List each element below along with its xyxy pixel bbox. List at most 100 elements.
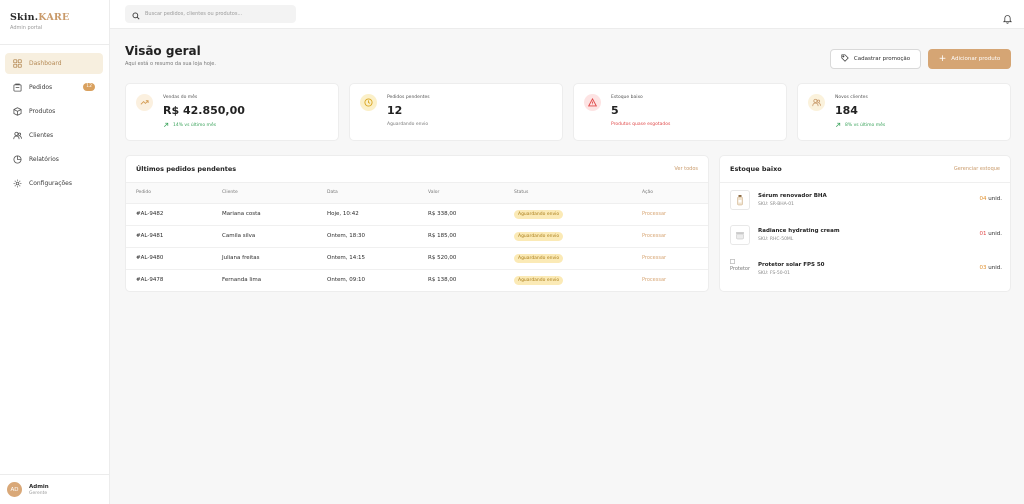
column-header-status[interactable]: Status xyxy=(514,183,642,204)
low-stock-header: Estoque baixo Gerenciar estoque xyxy=(720,156,1010,183)
avatar: AD xyxy=(7,482,22,497)
order-client: Juliana freitas xyxy=(222,247,327,270)
users-icon xyxy=(808,94,825,111)
box-icon xyxy=(13,107,22,116)
order-action-cell: Processar xyxy=(642,225,708,248)
table-header-row: Pedido Cliente Data Valor Status Ação xyxy=(126,183,708,204)
column-header-order[interactable]: Pedido xyxy=(126,183,222,204)
process-button[interactable]: Processar xyxy=(642,277,666,283)
sidebar-item-label: Dashboard xyxy=(29,60,62,67)
search-icon xyxy=(132,5,140,24)
stat-note-text: 8% vs último mês xyxy=(845,122,886,128)
sidebar-item-relatorios[interactable]: Relatórios xyxy=(5,149,103,170)
order-status-cell: Aguardando envio xyxy=(514,247,642,270)
sidebar-item-label: Produtos xyxy=(29,108,56,115)
cream-jar-icon xyxy=(736,232,744,240)
user-name: Admin xyxy=(29,483,49,490)
process-button[interactable]: Processar xyxy=(642,233,666,239)
clock-icon xyxy=(360,94,377,111)
list-item[interactable]: Protetor Protetor solar FPS 50 SKU: FS-5… xyxy=(730,257,1002,281)
stat-value: 12 xyxy=(387,104,403,117)
process-button[interactable]: Processar xyxy=(642,255,666,261)
add-product-button[interactable]: + Adicionar produto xyxy=(928,49,1011,69)
stock-quantity-unit: unid. xyxy=(988,231,1002,237)
sidebar-item-clientes[interactable]: Clientes xyxy=(5,125,103,146)
order-value: R$ 520,00 xyxy=(428,247,514,270)
brand-subtitle: Admin portal xyxy=(10,25,43,31)
plus-icon: + xyxy=(938,53,947,64)
table-row[interactable]: #AL-9482 Mariana costa Hoje, 10:42 R$ 33… xyxy=(126,203,708,226)
search-input[interactable] xyxy=(145,11,295,17)
add-promotion-label: Cadastrar promoção xyxy=(853,56,911,62)
chart-icon xyxy=(13,155,22,164)
product-sku: SKU: FS-50-01 xyxy=(758,271,790,276)
sidebar: Skin.KARE Admin portal Dashboard Pedidos… xyxy=(0,0,110,504)
stock-quantity: 04 unid. xyxy=(980,196,1003,202)
sidebar-item-produtos[interactable]: Produtos xyxy=(5,101,103,122)
column-header-value[interactable]: Valor xyxy=(428,183,514,204)
table-row[interactable]: #AL-9478 Fernanda lima Ontem, 09:10 R$ 1… xyxy=(126,269,708,291)
status-badge: Aguardando envio xyxy=(514,253,564,263)
stat-card-low-stock: Estoque baixo 5 Produtos quase esgotados xyxy=(573,83,787,141)
order-client: Camila silva xyxy=(222,225,327,248)
arrow-up-right-icon xyxy=(163,122,169,128)
notification-bell-icon[interactable] xyxy=(1002,9,1013,24)
order-date: Ontem, 18:30 xyxy=(327,225,428,248)
column-header-date[interactable]: Data xyxy=(327,183,428,204)
order-status-cell: Aguardando envio xyxy=(514,225,642,248)
process-button[interactable]: Processar xyxy=(642,211,666,217)
brand-name-main: Skin. xyxy=(10,12,39,23)
list-item[interactable]: Radiance hydrating cream SKU: RHC-50ML 0… xyxy=(730,223,1002,247)
stock-quantity-number: 03 xyxy=(979,265,987,271)
stat-note: Produtos quase esgotados xyxy=(611,122,671,127)
column-header-client[interactable]: Cliente xyxy=(222,183,327,204)
add-promotion-button[interactable]: Cadastrar promoção xyxy=(830,49,921,69)
order-id: #AL-9480 xyxy=(126,247,222,270)
add-product-label: Adicionar produto xyxy=(951,56,1001,62)
order-action-cell: Processar xyxy=(642,203,708,226)
view-all-link[interactable]: Ver todos xyxy=(674,166,698,172)
stock-quantity-unit: unid. xyxy=(988,196,1002,202)
stat-value: 5 xyxy=(611,104,619,117)
table-row[interactable]: #AL-9481 Camila silva Ontem, 18:30 R$ 18… xyxy=(126,225,708,248)
product-name: Radiance hydrating cream xyxy=(758,228,840,234)
product-name: Protetor solar FPS 50 xyxy=(758,262,825,268)
order-client: Fernanda lima xyxy=(222,277,262,284)
list-item[interactable]: Sérum renovador BHA SKU: SR-BHA-01 04 un… xyxy=(730,188,1002,212)
search-box[interactable] xyxy=(125,5,296,23)
pending-orders-title: Últimos pedidos pendentes xyxy=(136,165,237,173)
status-badge: Aguardando envio xyxy=(514,209,564,219)
sidebar-item-label: Pedidos xyxy=(29,84,53,91)
low-stock-title: Estoque baixo xyxy=(730,165,782,173)
orders-table: Pedido Cliente Data Valor Status Ação #A… xyxy=(126,183,708,291)
manage-stock-link[interactable]: Gerenciar estoque xyxy=(954,166,1000,172)
order-value: R$ 138,00 xyxy=(428,277,457,284)
order-action-cell: Processar xyxy=(642,247,708,270)
product-sku: SKU: SR-BHA-01 xyxy=(758,202,794,207)
table-row[interactable]: #AL-9480 Juliana freitas Ontem, 14:15 R$… xyxy=(126,247,708,270)
sidebar-item-dashboard[interactable]: Dashboard xyxy=(5,53,103,74)
gear-icon xyxy=(13,179,22,188)
dashboard-icon xyxy=(13,59,22,68)
sidebar-item-pedidos[interactable]: Pedidos 12 xyxy=(5,77,103,98)
status-badge: Aguardando envio xyxy=(514,275,564,285)
stat-card-new-clients: Novos clientes 184 8% vs último mês xyxy=(797,83,1011,141)
user-role: Gerente xyxy=(29,490,48,496)
status-badge: Aguardando envio xyxy=(514,231,564,241)
brand-logo[interactable]: Skin.KARE xyxy=(10,12,99,23)
top-bar xyxy=(110,0,1024,29)
broken-image-alt-text: Protetor xyxy=(730,266,751,272)
orders-icon xyxy=(13,83,22,92)
stat-value: R$ 42.850,00 xyxy=(163,104,245,117)
stat-card-sales: Vendas do mês R$ 42.850,00 14% vs último… xyxy=(125,83,339,141)
sidebar-item-label: Configurações xyxy=(29,180,72,187)
order-date: Ontem, 14:15 xyxy=(327,247,428,270)
page-title: Visão geral xyxy=(125,44,201,58)
pending-orders-card: Últimos pedidos pendentes Ver todos Pedi… xyxy=(125,155,709,292)
order-value: R$ 185,00 xyxy=(428,225,514,248)
order-status-cell: Aguardando envio xyxy=(514,203,642,226)
broken-image-glyph xyxy=(730,259,735,264)
stat-note: Aguardando envio xyxy=(387,122,429,127)
sidebar-item-configuracoes[interactable]: Configurações xyxy=(5,173,103,194)
user-profile[interactable]: AD Admin Gerente xyxy=(0,474,110,504)
